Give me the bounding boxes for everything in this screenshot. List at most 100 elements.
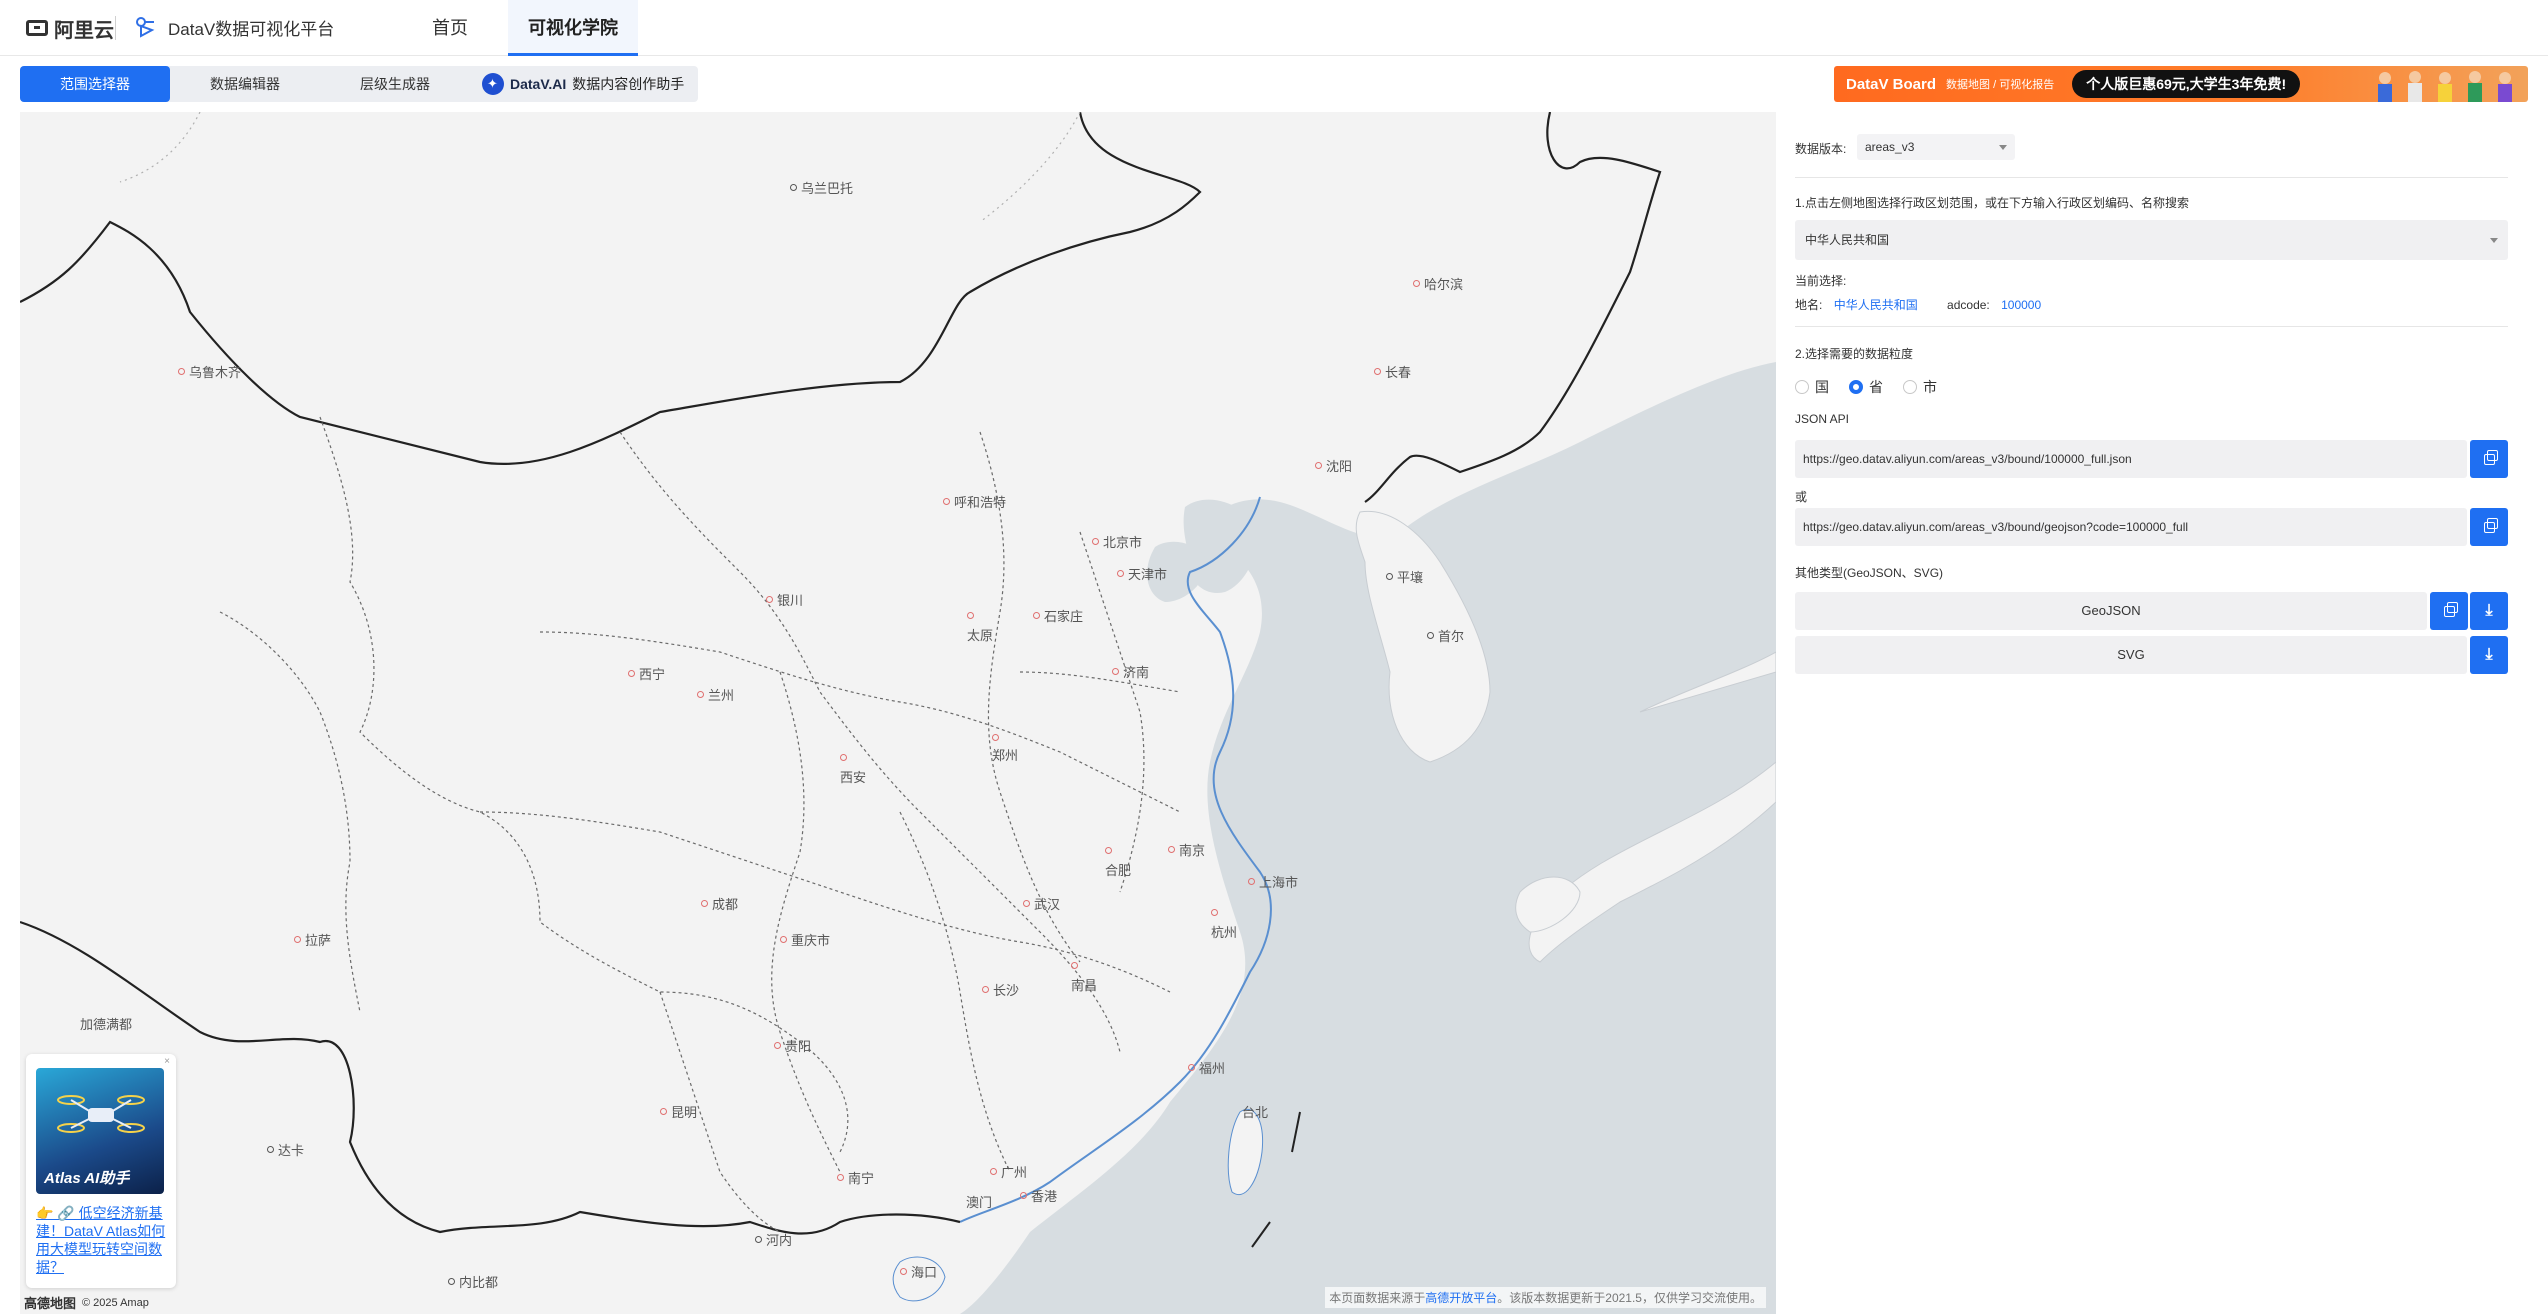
map-city-label[interactable]: 成都 xyxy=(701,894,738,913)
region-map[interactable]: 乌兰巴托 乌鲁木齐 哈尔滨 长春 沈阳 呼和浩特 北京市 天津市 平壤 首尔 银… xyxy=(20,112,1776,1314)
city-name: 兰州 xyxy=(708,688,735,703)
download-icon: ⤓ xyxy=(2485,646,2493,663)
map-city-label[interactable]: 长沙 xyxy=(982,980,1019,999)
map-city-label[interactable]: 重庆市 xyxy=(780,930,830,949)
map-city-label[interactable]: 乌兰巴托 xyxy=(790,178,853,197)
map-city-label[interactable]: 南宁 xyxy=(837,1168,874,1187)
map-city-label[interactable]: 武汉 xyxy=(1023,894,1060,913)
map-city-label[interactable]: 海口 xyxy=(900,1262,937,1281)
map-city-label[interactable]: 太原 xyxy=(967,612,993,644)
map-city-label[interactable]: 呼和浩特 xyxy=(943,492,1006,511)
tab-data-editor[interactable]: 数据编辑器 xyxy=(170,66,320,102)
radio-city[interactable]: 市 xyxy=(1903,377,1937,397)
tab-level-generator[interactable]: 层级生成器 xyxy=(320,66,470,102)
map-city-label[interactable]: 乌鲁木齐 xyxy=(178,362,241,381)
map-city-label[interactable]: 兰州 xyxy=(697,685,734,704)
amap-logo-text: 高德地图 xyxy=(24,1296,77,1311)
svg-button[interactable]: SVG xyxy=(1795,636,2467,674)
datav-board-banner[interactable]: DataV Board 数据地图 / 可视化报告 个人版巨惠69元,大学生3年免… xyxy=(1834,66,2528,102)
map-base xyxy=(20,112,1776,1314)
ad-close-icon[interactable]: × xyxy=(164,1056,170,1067)
city-name: 香港 xyxy=(1031,1189,1058,1204)
map-city-label[interactable]: 天津市 xyxy=(1117,564,1167,583)
copy-geojson-button[interactable] xyxy=(2430,592,2468,630)
amap-copyright: © 2025 Amap xyxy=(82,1296,149,1309)
map-city-label[interactable]: 贵阳 xyxy=(774,1036,811,1055)
map-city-label[interactable]: 澳门 xyxy=(966,1192,992,1211)
map-city-label[interactable]: 平壤 xyxy=(1386,567,1423,586)
place-value: 中华人民共和国 xyxy=(1833,298,1918,312)
json-api-url[interactable]: https://geo.datav.aliyun.com/areas_v3/bo… xyxy=(1795,440,2467,478)
radio-circle-checked-icon xyxy=(1849,380,1863,394)
place-row: 地名: 中华人民共和国 adcode: 100000 xyxy=(1795,296,2041,313)
radio-label: 省 xyxy=(1869,379,1883,395)
download-svg-button[interactable]: ⤓ xyxy=(2470,636,2508,674)
attribution-link[interactable]: 高德开放平台 xyxy=(1425,1291,1497,1305)
map-city-label[interactable]: 长春 xyxy=(1374,362,1411,381)
city-marker-icon xyxy=(1092,538,1099,545)
city-marker-icon xyxy=(790,184,797,191)
radio-province[interactable]: 省 xyxy=(1849,377,1883,397)
map-city-label[interactable]: 石家庄 xyxy=(1033,606,1083,625)
map-city-label[interactable]: 香港 xyxy=(1020,1186,1057,1205)
map-city-label[interactable]: 南京 xyxy=(1168,840,1205,859)
download-geojson-button[interactable]: ⤓ xyxy=(2470,592,2508,630)
chevron-down-icon xyxy=(1999,145,2007,150)
map-city-label[interactable]: 西宁 xyxy=(628,664,665,683)
amap-logo[interactable]: 高德地图 © 2025 Amap xyxy=(24,1293,149,1312)
version-select[interactable]: areas_v3 xyxy=(1857,134,2015,160)
city-name: 内比都 xyxy=(459,1275,499,1290)
nav-home[interactable]: 首页 xyxy=(412,0,488,56)
atlas-ad-card[interactable]: × Atlas AI助手 👉 🔗 低空经济新基建！DataV Atlas如何用大… xyxy=(26,1054,176,1288)
radio-label: 国 xyxy=(1815,379,1829,395)
map-city-label[interactable]: 银川 xyxy=(766,590,803,609)
region-search-select[interactable]: 中华人民共和国 xyxy=(1795,220,2508,260)
map-city-label[interactable]: 郑州 xyxy=(992,734,1018,764)
aliyun-logo[interactable]: 阿里云 xyxy=(26,17,114,42)
map-city-label[interactable]: 哈尔滨 xyxy=(1413,274,1463,293)
map-city-label[interactable]: 南昌 xyxy=(1071,962,1097,994)
city-marker-icon xyxy=(780,936,787,943)
map-city-label[interactable]: 沈阳 xyxy=(1315,456,1352,475)
map-city-label[interactable]: 达卡 xyxy=(267,1140,304,1159)
map-city-label[interactable]: 台北 xyxy=(1242,1102,1268,1121)
map-city-label[interactable]: 昆明 xyxy=(660,1102,697,1121)
copy-json-api-button[interactable] xyxy=(2470,440,2508,478)
copy-geojson-url-button[interactable] xyxy=(2470,508,2508,546)
tab-datav-ai[interactable]: DataV.AI 数据内容创作助手 xyxy=(470,66,684,102)
atlas-ad-image[interactable]: Atlas AI助手 xyxy=(36,1068,164,1194)
geojson-button[interactable]: GeoJSON xyxy=(1795,592,2427,630)
map-city-label[interactable]: 广州 xyxy=(990,1162,1027,1181)
city-name: 台北 xyxy=(1242,1105,1269,1120)
copy-icon xyxy=(2483,517,2498,533)
map-city-label[interactable]: 上海市 xyxy=(1248,872,1298,891)
map-city-label[interactable]: 河内 xyxy=(755,1230,792,1249)
current-selection-label: 当前选择: xyxy=(1795,274,1847,288)
city-marker-icon xyxy=(837,1174,844,1181)
city-marker-icon xyxy=(1071,962,1078,969)
tab-range-selector[interactable]: 范围选择器 xyxy=(20,66,170,102)
map-city-label[interactable]: 济南 xyxy=(1112,662,1149,681)
map-city-label[interactable]: 加德满都 xyxy=(80,1014,132,1033)
city-name: 北京市 xyxy=(1103,535,1143,550)
drone-icon xyxy=(57,1095,145,1133)
radio-country[interactable]: 国 xyxy=(1795,377,1829,397)
map-city-label[interactable]: 内比都 xyxy=(448,1272,498,1291)
datav-brand[interactable]: DataV数据可视化平台 xyxy=(132,14,334,40)
map-city-label[interactable]: 首尔 xyxy=(1427,626,1464,645)
map-city-label[interactable]: 北京市 xyxy=(1092,532,1142,551)
geojson-api-url[interactable]: https://geo.datav.aliyun.com/areas_v3/bo… xyxy=(1795,508,2467,546)
map-city-label[interactable]: 杭州 xyxy=(1211,909,1237,941)
atlas-ad-link[interactable]: 👉 🔗 低空经济新基建！DataV Atlas如何用大模型玩转空间数据？ xyxy=(36,1204,168,1276)
nav-academy[interactable]: 可视化学院 xyxy=(508,0,638,56)
map-city-label[interactable]: 西安 xyxy=(840,754,866,786)
map-city-label[interactable]: 福州 xyxy=(1188,1058,1225,1077)
city-name: 西安 xyxy=(840,770,867,785)
radio-circle-icon xyxy=(1903,380,1917,394)
or-label: 或 xyxy=(1795,490,1808,504)
aliyun-logo-icon xyxy=(26,20,48,36)
map-city-label[interactable]: 合肥 xyxy=(1105,847,1131,879)
city-name: 呼和浩特 xyxy=(954,495,1007,510)
map-city-label[interactable]: 拉萨 xyxy=(294,930,331,949)
place-label: 地名: xyxy=(1795,298,1823,312)
